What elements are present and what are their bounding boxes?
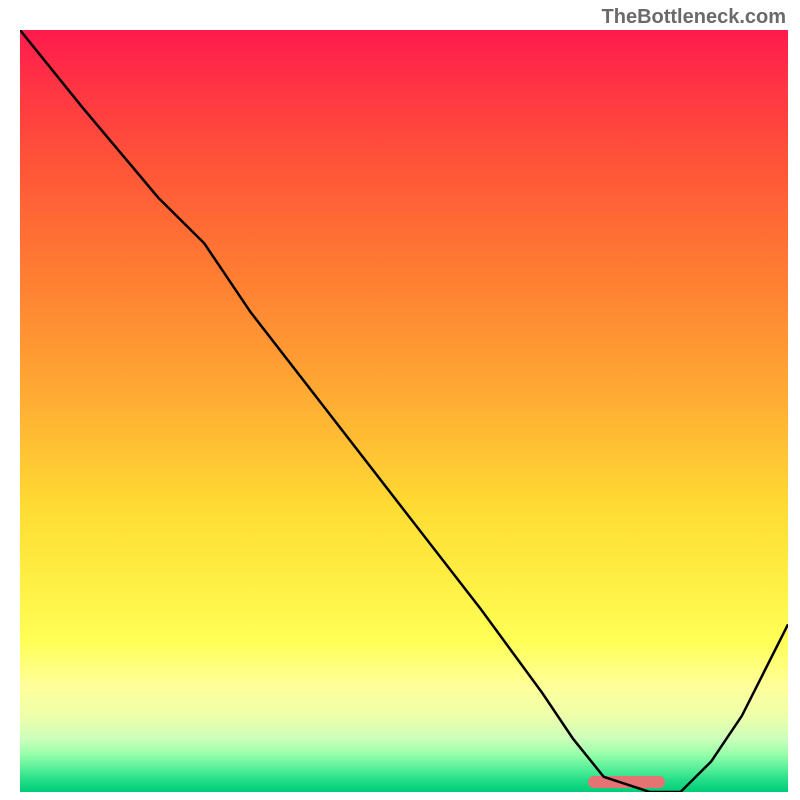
plot-area (20, 30, 788, 792)
watermark-text: TheBottleneck.com (602, 6, 786, 29)
highlight-marker (588, 776, 665, 788)
bottleneck-curve (20, 30, 788, 792)
